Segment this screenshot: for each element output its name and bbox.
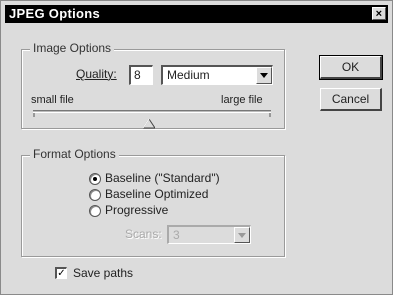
small-file-label: small file	[31, 94, 74, 106]
radio-button[interactable]	[89, 205, 101, 217]
chevron-down-icon	[238, 232, 246, 238]
quality-preset-select[interactable]: Medium	[161, 65, 273, 85]
check-icon: ✓	[57, 268, 66, 279]
close-icon: ×	[375, 8, 383, 20]
image-options-legend: Image Options	[30, 41, 115, 55]
radio-label[interactable]: Progressive	[105, 203, 168, 217]
quality-value: 8	[134, 68, 141, 82]
cancel-button[interactable]: Cancel	[320, 88, 382, 111]
dialog-title: JPEG Options	[9, 6, 101, 21]
scans-label: Scans:	[125, 227, 162, 241]
format-options-legend: Format Options	[30, 147, 119, 161]
image-options-group: Image Options	[21, 41, 285, 129]
save-paths-label[interactable]: Save paths	[73, 266, 133, 280]
save-paths-checkbox[interactable]: ✓	[55, 267, 67, 279]
radio-label[interactable]: Baseline ("Standard")	[105, 171, 220, 185]
large-file-label: large file	[221, 94, 263, 106]
chevron-down-icon	[260, 73, 268, 78]
title-bar: JPEG Options ×	[5, 5, 388, 23]
jpeg-options-dialog: JPEG Options × Image Options Quality: 8 …	[0, 0, 393, 295]
quality-input[interactable]: 8	[129, 65, 153, 85]
quality-preset-dropdown-button[interactable]	[256, 67, 272, 84]
slider-ticks	[33, 113, 271, 117]
quality-slider-thumb[interactable]	[143, 119, 156, 129]
scans-dropdown-button[interactable]	[234, 227, 250, 243]
radio-button[interactable]	[89, 173, 101, 185]
ok-button[interactable]: OK	[319, 55, 383, 80]
radio-button[interactable]	[89, 189, 101, 201]
radio-selected-dot	[93, 177, 97, 181]
cancel-button-label: Cancel	[331, 92, 370, 106]
ok-button-label: OK	[341, 60, 360, 74]
quality-label: Quality:	[76, 67, 117, 81]
quality-preset-value: Medium	[167, 68, 210, 82]
scans-value: 3	[173, 228, 180, 242]
close-button[interactable]: ×	[372, 7, 386, 20]
radio-label[interactable]: Baseline Optimized	[105, 187, 208, 201]
scans-select[interactable]: 3	[167, 225, 251, 244]
